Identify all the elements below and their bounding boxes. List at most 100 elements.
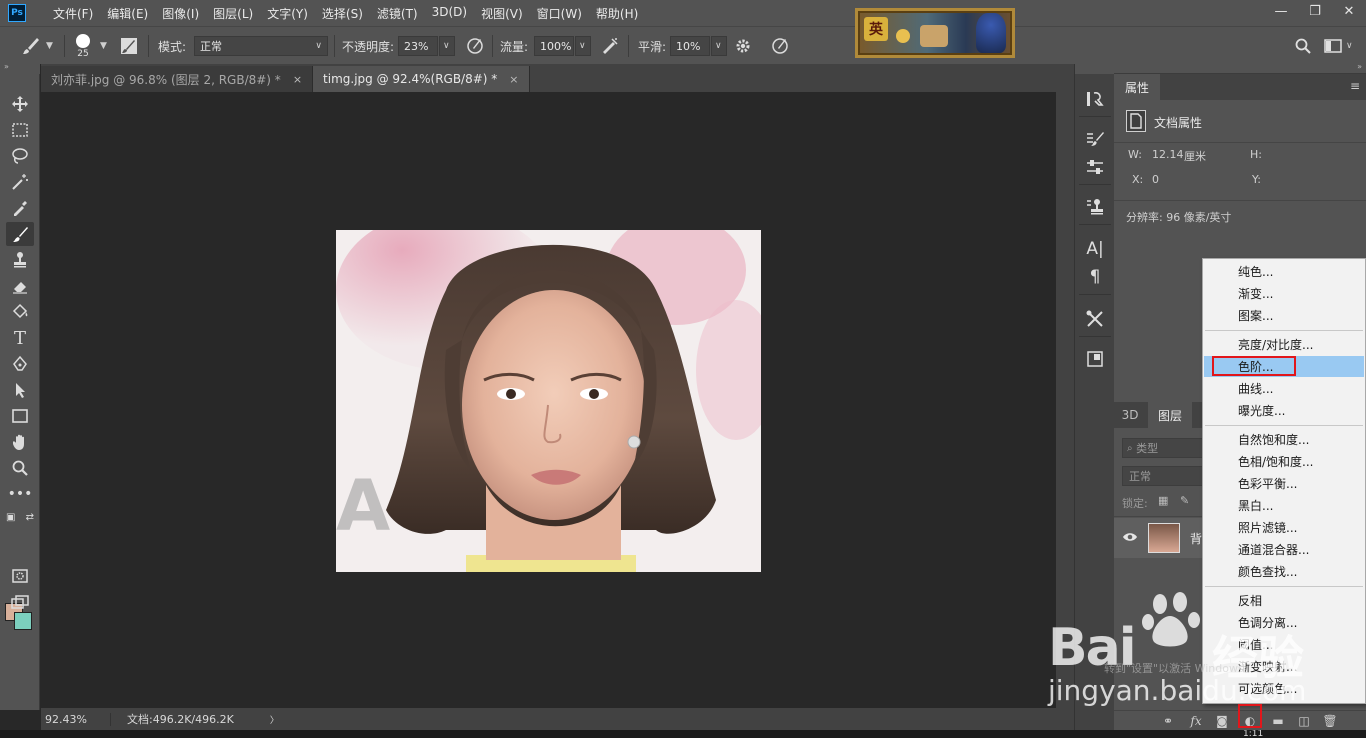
opacity-dropdown[interactable]: ∨: [439, 36, 455, 56]
close-button[interactable]: ✕: [1332, 0, 1366, 22]
flow-dropdown[interactable]: ∨: [575, 36, 591, 56]
flow-input[interactable]: 100%: [534, 36, 574, 56]
restore-button[interactable]: ❐: [1298, 0, 1332, 22]
pressure-opacity-button[interactable]: [465, 27, 485, 65]
menu-item-invert[interactable]: 反相: [1204, 590, 1364, 611]
lasso-tool[interactable]: [6, 144, 34, 168]
smoothing-dropdown[interactable]: ∨: [711, 36, 727, 56]
adjustments-panel-button[interactable]: [1083, 156, 1107, 178]
menu-item-photo-filter[interactable]: 照片滤镜...: [1204, 517, 1364, 538]
navigator-panel-button[interactable]: [1083, 348, 1107, 370]
x-value[interactable]: 0: [1152, 173, 1159, 186]
eraser-tool[interactable]: [6, 274, 34, 298]
screen-mode-button[interactable]: [6, 590, 34, 614]
mode-select[interactable]: 正常 ∨: [194, 36, 328, 56]
paragraph-panel-button[interactable]: ¶: [1083, 266, 1107, 288]
menu-help[interactable]: 帮助(H): [589, 5, 645, 22]
hand-tool[interactable]: [6, 430, 34, 454]
brush-settings-panel-button[interactable]: [1083, 128, 1107, 150]
menu-type[interactable]: 文字(Y): [260, 5, 315, 22]
search-button[interactable]: [1294, 27, 1312, 65]
menu-item-posterize[interactable]: 色调分离...: [1204, 612, 1364, 633]
brush-size-picker[interactable]: 25: [76, 27, 90, 65]
brush-tool-preset[interactable]: ▼: [20, 27, 53, 65]
menu-image[interactable]: 图像(I): [155, 5, 206, 22]
menu-item-exposure[interactable]: 曝光度...: [1204, 400, 1364, 421]
clone-stamp-tool[interactable]: [6, 248, 34, 272]
close-icon[interactable]: ×: [293, 73, 302, 86]
brush-settings-toggle[interactable]: [120, 27, 138, 65]
lock-brush-icon[interactable]: ✎: [1180, 494, 1189, 507]
menu-file[interactable]: 文件(F): [46, 5, 100, 22]
canvas-scrollbar[interactable]: [1056, 64, 1074, 730]
character-panel-button[interactable]: A|: [1083, 238, 1107, 260]
smoothing-options-button[interactable]: [734, 27, 752, 65]
panel-dock-header[interactable]: »: [1114, 62, 1366, 74]
toolbar-header[interactable]: »: [0, 62, 40, 74]
quick-mask-button[interactable]: [6, 564, 34, 588]
menu-item-hue-saturation[interactable]: 色相/饱和度...: [1204, 451, 1364, 472]
menu-window[interactable]: 窗口(W): [530, 5, 589, 22]
menu-layer[interactable]: 图层(L): [206, 5, 260, 22]
menu-item-threshold[interactable]: 阈值...: [1204, 634, 1364, 655]
move-tool[interactable]: [6, 92, 34, 116]
menu-3d[interactable]: 3D(D): [425, 5, 474, 22]
type-tool[interactable]: T: [6, 326, 34, 350]
eye-icon[interactable]: [1122, 531, 1138, 543]
tab-layers[interactable]: 图层: [1148, 402, 1192, 428]
menu-item-brightness-contrast[interactable]: 亮度/对比度...: [1204, 334, 1364, 355]
menu-item-selective-color[interactable]: 可选颜色...: [1204, 678, 1364, 699]
zoom-tool[interactable]: [6, 456, 34, 480]
menu-item-vibrance[interactable]: 自然饱和度...: [1204, 429, 1364, 450]
path-selection-tool[interactable]: [6, 378, 34, 402]
menu-item-channel-mixer[interactable]: 通道混合器...: [1204, 539, 1364, 560]
menu-select[interactable]: 选择(S): [315, 5, 370, 22]
status-menu-arrow[interactable]: 〉: [270, 713, 279, 726]
menu-item-gradient[interactable]: 渐变...: [1204, 283, 1364, 304]
symmetry-button[interactable]: [770, 27, 790, 65]
new-group-icon[interactable]: ▬: [1268, 711, 1288, 731]
menu-item-black-white[interactable]: 黑白...: [1204, 495, 1364, 516]
layer-filter-select[interactable]: ⌕ 类型: [1122, 438, 1206, 458]
menu-edit[interactable]: 编辑(E): [100, 5, 155, 22]
panel-menu-icon[interactable]: ≡: [1350, 79, 1360, 93]
swap-colors-controls[interactable]: ▣ ⇄: [6, 510, 34, 524]
menu-item-gradient-map[interactable]: 渐变映射...: [1204, 656, 1364, 677]
menu-item-solid-color[interactable]: 纯色...: [1204, 261, 1364, 282]
tool-presets-panel-button[interactable]: [1083, 308, 1107, 330]
fx-icon[interactable]: fx: [1186, 711, 1206, 731]
game-banner-image[interactable]: 英: [855, 8, 1015, 58]
paint-bucket-tool[interactable]: [6, 300, 34, 324]
tab-liuyifei[interactable]: 刘亦菲.jpg @ 96.8% (图层 2, RGB/8#) * ×: [41, 66, 314, 92]
close-icon[interactable]: ×: [509, 73, 518, 86]
menu-item-color-balance[interactable]: 色彩平衡...: [1204, 473, 1364, 494]
tab-properties[interactable]: 属性: [1114, 74, 1160, 100]
brush-tool[interactable]: [6, 222, 34, 246]
add-mask-icon[interactable]: ◙: [1212, 711, 1232, 731]
marquee-tool[interactable]: [6, 118, 34, 142]
rectangle-tool[interactable]: [6, 404, 34, 428]
tab-3d[interactable]: 3D: [1114, 402, 1146, 428]
workspace-button[interactable]: ∨: [1324, 27, 1353, 65]
menu-item-pattern[interactable]: 图案...: [1204, 305, 1364, 326]
menu-filter[interactable]: 滤镜(T): [370, 5, 425, 22]
more-tools[interactable]: •••: [6, 482, 34, 506]
width-value[interactable]: 12.14: [1152, 148, 1184, 161]
magic-wand-tool[interactable]: [6, 170, 34, 194]
menu-item-curves[interactable]: 曲线...: [1204, 378, 1364, 399]
menu-view[interactable]: 视图(V): [474, 5, 530, 22]
minimize-button[interactable]: —: [1264, 0, 1298, 22]
iconcol-header[interactable]: [1075, 64, 1114, 74]
background-color-swatch[interactable]: [14, 612, 32, 630]
eyedropper-tool[interactable]: [6, 196, 34, 220]
chevron-down-icon[interactable]: ▼: [100, 27, 107, 65]
menu-item-color-lookup[interactable]: 颜色查找...: [1204, 561, 1364, 582]
zoom-level[interactable]: 92.43%: [45, 712, 111, 726]
blend-mode-select[interactable]: 正常: [1122, 466, 1206, 486]
link-layers-icon[interactable]: ⚭: [1158, 711, 1178, 731]
lock-transparent-icon[interactable]: ▦: [1158, 494, 1168, 507]
airbrush-button[interactable]: [600, 27, 620, 65]
opacity-input[interactable]: 23%: [398, 36, 438, 56]
pen-tool[interactable]: [6, 352, 34, 376]
tab-timg[interactable]: timg.jpg @ 92.4%(RGB/8#) * ×: [313, 66, 530, 92]
